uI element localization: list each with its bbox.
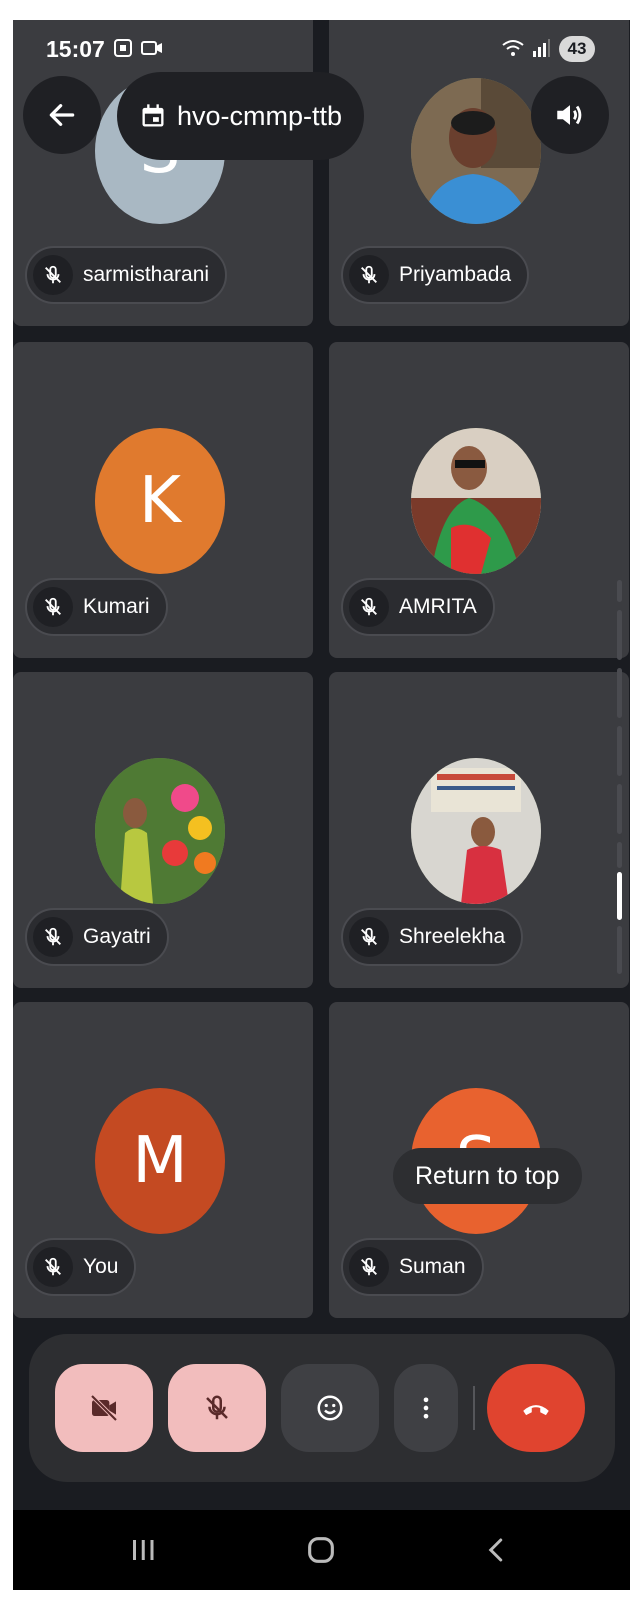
mic-off-icon [349, 255, 389, 295]
screenshot-icon [113, 38, 133, 63]
emoji-icon [317, 1395, 343, 1421]
more-vert-icon [423, 1397, 429, 1419]
participant-name-pill: Suman [341, 1238, 484, 1296]
avatar: M [95, 1088, 225, 1234]
mic-off-icon [33, 255, 73, 295]
participant-name: Shreelekha [399, 925, 506, 948]
audio-output-button[interactable] [531, 76, 609, 154]
participant-photo [411, 428, 541, 574]
battery-indicator: 43 [559, 36, 595, 62]
participant-tile-you[interactable]: M You [13, 1002, 313, 1318]
system-nav-bar [13, 1510, 630, 1590]
home-button[interactable] [301, 1532, 341, 1568]
meeting-info-button[interactable]: hvo-cmmp-ttb [117, 72, 365, 160]
participant-name: You [83, 1255, 119, 1278]
signal-icon [531, 38, 551, 63]
avatar: K [95, 428, 225, 574]
participant-tile-gayatri[interactable]: Gayatri [13, 672, 313, 988]
participant-name-pill: Kumari [25, 578, 168, 636]
participant-name: Kumari [83, 595, 150, 618]
mic-off-icon [349, 587, 389, 627]
volume-icon [557, 105, 582, 125]
participant-name: AMRITA [399, 595, 477, 618]
participant-name: sarmistharani [83, 263, 210, 286]
camera-off-icon [90, 1394, 118, 1422]
participant-name-pill: sarmistharani [25, 246, 228, 304]
divider [473, 1386, 475, 1430]
participant-photo [411, 78, 541, 224]
status-bar: 15:07 43 [13, 20, 630, 80]
meet-screen: S sarmistharani Priyambada K Kumari [13, 20, 630, 1590]
participant-tile-shreelekha[interactable]: Shreelekha [329, 672, 629, 988]
return-to-top-button[interactable]: Return to top [393, 1148, 582, 1204]
call-controls-bar [29, 1334, 615, 1482]
meeting-code: hvo-cmmp-ttb [177, 100, 343, 131]
mic-off-icon [33, 587, 73, 627]
mic-off-icon [349, 917, 389, 957]
participant-name: Suman [399, 1255, 466, 1278]
return-to-top-label: Return to top [415, 1161, 560, 1190]
clock: 15:07 [46, 36, 105, 62]
participant-photo [411, 758, 541, 904]
participant-name-pill: Shreelekha [341, 908, 524, 966]
back-nav-button[interactable] [479, 1532, 515, 1568]
back-button[interactable] [23, 76, 101, 154]
end-call-button[interactable] [487, 1364, 585, 1452]
participant-name-pill: Gayatri [25, 908, 169, 966]
calendar-icon [142, 104, 164, 127]
recents-icon [133, 1540, 154, 1560]
hang-up-icon [523, 1405, 549, 1416]
camera-toggle-button[interactable] [55, 1364, 153, 1452]
mic-off-icon [349, 1247, 389, 1287]
participant-name-pill: Priyambada [341, 246, 530, 304]
participant-tile-amrita[interactable]: AMRITA [329, 342, 629, 658]
chevron-left-icon [488, 1538, 503, 1562]
participant-tile-kumari[interactable]: K Kumari [13, 342, 313, 658]
video-record-icon [141, 40, 163, 61]
participant-name: Gayatri [83, 925, 151, 948]
arrow-left-icon [49, 104, 75, 126]
participant-name-pill: You [25, 1238, 137, 1296]
participant-photo [95, 758, 225, 904]
mic-off-icon [33, 1247, 73, 1287]
more-options-button[interactable] [394, 1364, 458, 1452]
mic-off-icon [206, 1395, 228, 1420]
mic-off-icon [33, 917, 73, 957]
mic-toggle-button[interactable] [168, 1364, 266, 1452]
reactions-button[interactable] [281, 1364, 379, 1452]
participant-name-pill: AMRITA [341, 578, 495, 636]
wifi-icon [501, 38, 525, 63]
recents-button[interactable] [125, 1532, 161, 1568]
participant-name: Priyambada [399, 263, 512, 286]
home-icon [308, 1537, 334, 1563]
